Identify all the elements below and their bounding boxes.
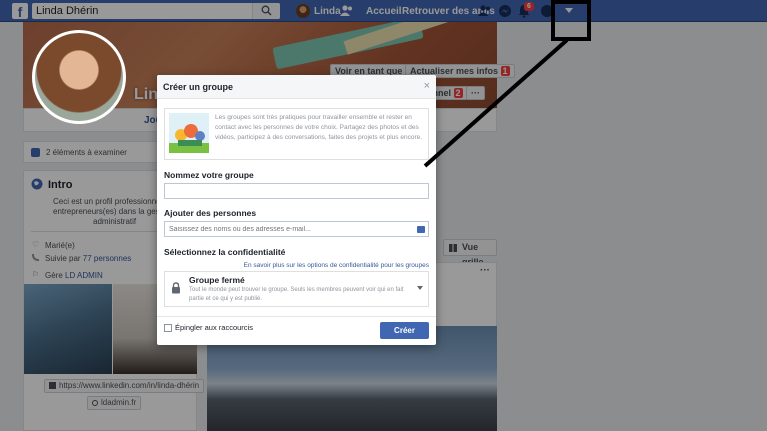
groups-illustration-icon <box>169 113 209 153</box>
people-icon[interactable] <box>417 226 425 233</box>
privacy-select[interactable]: Groupe fermé Tout le monde peut trouver … <box>164 271 429 307</box>
add-people-label: Ajouter des personnes <box>164 208 257 218</box>
profile-picture[interactable] <box>32 30 126 124</box>
close-icon[interactable]: × <box>424 80 430 92</box>
dialog-title: Créer un groupe <box>163 82 234 92</box>
group-name-input[interactable] <box>164 183 429 199</box>
groups-info-box: Les groupes sont très pratiques pour tra… <box>164 108 429 160</box>
create-group-dialog: Créer un groupe × Les groupes sont très … <box>157 75 436 345</box>
create-button[interactable]: Créer <box>380 322 429 339</box>
dialog-header: Créer un groupe × <box>157 75 436 99</box>
annotation-highlight-box <box>551 0 591 41</box>
privacy-label: Sélectionnez la confidentialité <box>164 247 286 257</box>
lock-icon <box>172 282 180 294</box>
groups-info-text: Les groupes sont très pratiques pour tra… <box>215 114 423 141</box>
pin-shortcut-checkbox[interactable] <box>164 324 172 332</box>
dialog-footer: Épingler aux raccourcis Créer <box>157 316 436 345</box>
privacy-learn-more-link[interactable]: En savoir plus sur les options de confid… <box>244 262 429 269</box>
pin-shortcut-label[interactable]: Épingler aux raccourcis <box>175 323 253 332</box>
add-people-input[interactable] <box>164 221 429 237</box>
group-name-label: Nommez votre groupe <box>164 170 254 180</box>
privacy-selected-desc: Tout le monde peut trouver le groupe. Se… <box>189 287 404 302</box>
privacy-selected-name: Groupe fermé <box>189 275 245 285</box>
chevron-down-icon <box>417 286 423 290</box>
